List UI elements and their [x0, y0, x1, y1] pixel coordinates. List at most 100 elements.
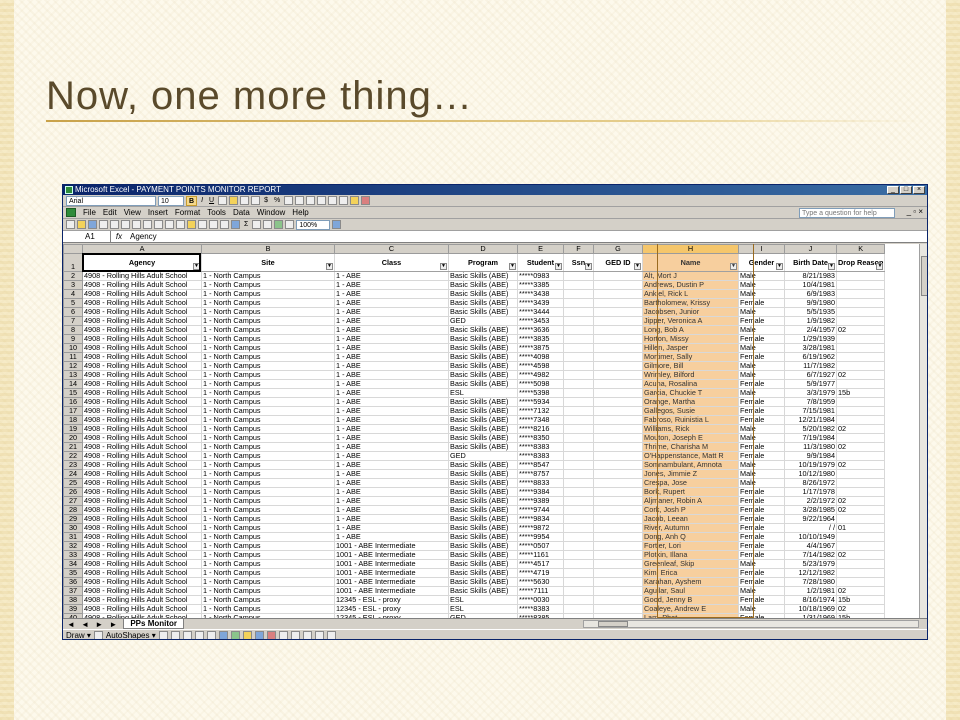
student-cell[interactable]: *****0983: [517, 271, 564, 281]
site-cell[interactable]: 1 - North Campus: [201, 505, 335, 515]
row-number[interactable]: 21: [63, 442, 83, 452]
gender-cell[interactable]: Female: [738, 523, 785, 533]
class-cell[interactable]: 1001 - ABE Intermediate: [334, 550, 449, 560]
ged-id-cell[interactable]: [593, 460, 643, 470]
gender-cell[interactable]: Male: [738, 307, 785, 317]
birth-date-cell[interactable]: 8/16/1974: [784, 595, 837, 605]
class-cell[interactable]: 1 - ABE: [334, 271, 449, 281]
class-cell[interactable]: 1 - ABE: [334, 397, 449, 407]
drawing-fill-color-icon[interactable]: [242, 631, 252, 639]
agency-cell[interactable]: 4908 - Rolling Hills Adult School: [82, 334, 202, 344]
ssn-header-cell[interactable]: Ssn ▼: [563, 253, 594, 272]
agency-cell[interactable]: 4908 - Rolling Hills Adult School: [82, 424, 202, 434]
gender-cell[interactable]: Female: [738, 451, 785, 461]
column-header-k[interactable]: K: [835, 244, 886, 254]
program-cell[interactable]: Basic Skills (ABE): [448, 541, 518, 551]
insert-picture-icon[interactable]: [230, 631, 240, 639]
gender-cell[interactable]: Female: [738, 406, 785, 416]
class-cell[interactable]: 1 - ABE: [334, 505, 449, 515]
copy-icon[interactable]: [176, 220, 185, 229]
agency-cell[interactable]: 4908 - Rolling Hills Adult School: [82, 271, 202, 281]
column-header-f[interactable]: F: [563, 244, 594, 254]
align-left-icon[interactable]: [218, 196, 228, 205]
name-cell[interactable]: Jacob, Leean: [642, 514, 739, 524]
ged-id-cell[interactable]: [593, 604, 643, 614]
decrease-decimal-icon[interactable]: [306, 196, 316, 205]
program-cell[interactable]: ESL: [448, 604, 518, 614]
filter-dropdown-icon[interactable]: ▼: [585, 263, 592, 270]
student-cell[interactable]: *****4517: [517, 559, 564, 569]
gender-cell[interactable]: Female: [738, 595, 785, 605]
gender-cell[interactable]: Female: [738, 496, 785, 506]
name-cell[interactable]: Wrimley, Bilford: [642, 370, 739, 380]
agency-cell[interactable]: 4908 - Rolling Hills Adult School: [82, 460, 202, 470]
ssn-cell[interactable]: [563, 586, 594, 596]
drop-reason-cell[interactable]: [835, 487, 886, 497]
drop-reason-cell[interactable]: 02: [835, 586, 886, 596]
gender-cell[interactable]: Female: [738, 397, 785, 407]
ssn-cell[interactable]: [563, 469, 594, 479]
drop-reason-cell[interactable]: 02: [835, 496, 886, 506]
birth-date-cell[interactable]: 8/26/1972: [784, 478, 837, 488]
student-cell[interactable]: *****4719: [517, 568, 564, 578]
birth-date-cell[interactable]: 9/22/1964: [784, 514, 837, 524]
program-cell[interactable]: Basic Skills (ABE): [448, 487, 518, 497]
ssn-cell[interactable]: [563, 415, 594, 425]
shadow-style-icon[interactable]: [314, 631, 324, 639]
ged-id-cell[interactable]: [593, 343, 643, 353]
row-number[interactable]: 33: [63, 550, 83, 560]
row-number[interactable]: 19: [63, 424, 83, 434]
name-cell[interactable]: Hillen, Jasper: [642, 343, 739, 353]
ged-id-cell[interactable]: [593, 532, 643, 542]
class-cell[interactable]: 12345 - ESL - proxy: [334, 604, 449, 614]
student-cell[interactable]: *****9872: [517, 523, 564, 533]
filter-dropdown-icon[interactable]: ▼: [634, 263, 641, 270]
birth-date-cell[interactable]: 5/20/1982: [784, 424, 837, 434]
birth-date-cell[interactable]: 5/9/1977: [784, 379, 837, 389]
birth-date-cell[interactable]: 7/8/1959: [784, 397, 837, 407]
column-header-e[interactable]: E: [517, 244, 564, 254]
row-number[interactable]: 7: [63, 316, 83, 326]
program-cell[interactable]: Basic Skills (ABE): [448, 280, 518, 290]
name-cell[interactable]: Orange, Martha: [642, 397, 739, 407]
ged-id-cell[interactable]: [593, 433, 643, 443]
filter-dropdown-icon[interactable]: ▼: [828, 263, 835, 270]
class-cell[interactable]: 1 - ABE: [334, 280, 449, 290]
student-cell[interactable]: *****4982: [517, 370, 564, 380]
drop-reason-cell[interactable]: [835, 298, 886, 308]
row-number[interactable]: 16: [63, 397, 83, 407]
sheet-tab-pps-monitor[interactable]: PPs Monitor: [123, 619, 185, 629]
menu-data[interactable]: Data: [233, 208, 250, 217]
name-cell[interactable]: Gallegos, Susie: [642, 406, 739, 416]
agency-cell[interactable]: 4908 - Rolling Hills Adult School: [82, 505, 202, 515]
percent-button[interactable]: %: [272, 196, 282, 206]
comma-style-icon[interactable]: [284, 196, 294, 205]
site-cell[interactable]: 1 - North Campus: [201, 451, 335, 461]
print-icon[interactable]: [121, 220, 130, 229]
sort-descending-icon[interactable]: [263, 220, 273, 229]
filter-dropdown-icon[interactable]: ▼: [440, 263, 447, 270]
minimize-button[interactable]: _: [887, 186, 899, 194]
birth-date-cell[interactable]: 2/2/1972: [784, 496, 837, 506]
align-right-icon[interactable]: [240, 196, 250, 205]
font-name-select[interactable]: Arial: [66, 195, 156, 206]
birth-date-cell[interactable]: 10/19/1979: [784, 460, 837, 470]
student-cell[interactable]: *****3636: [517, 325, 564, 335]
drop-reason-cell[interactable]: [835, 415, 886, 425]
student-cell[interactable]: *****3385: [517, 280, 564, 290]
italic-button[interactable]: I: [199, 196, 205, 206]
row-number[interactable]: 14: [63, 379, 83, 389]
site-cell[interactable]: 1 - North Campus: [201, 415, 335, 425]
site-cell[interactable]: 1 - North Campus: [201, 550, 335, 560]
ssn-cell[interactable]: [563, 334, 594, 344]
birth-date-cell[interactable]: 6/19/1962: [784, 352, 837, 362]
name-cell[interactable]: Karahan, Ayshem: [642, 577, 739, 587]
student-cell[interactable]: *****8547: [517, 460, 564, 470]
class-cell[interactable]: 1 - ABE: [334, 433, 449, 443]
class-cell[interactable]: 1 - ABE: [334, 487, 449, 497]
student-cell[interactable]: *****5934: [517, 397, 564, 407]
birth-date-cell[interactable]: 7/15/1981: [784, 406, 837, 416]
student-cell[interactable]: *****5630: [517, 577, 564, 587]
name-cell[interactable]: Jones, Jimmie Z: [642, 469, 739, 479]
program-cell[interactable]: Basic Skills (ABE): [448, 271, 518, 281]
